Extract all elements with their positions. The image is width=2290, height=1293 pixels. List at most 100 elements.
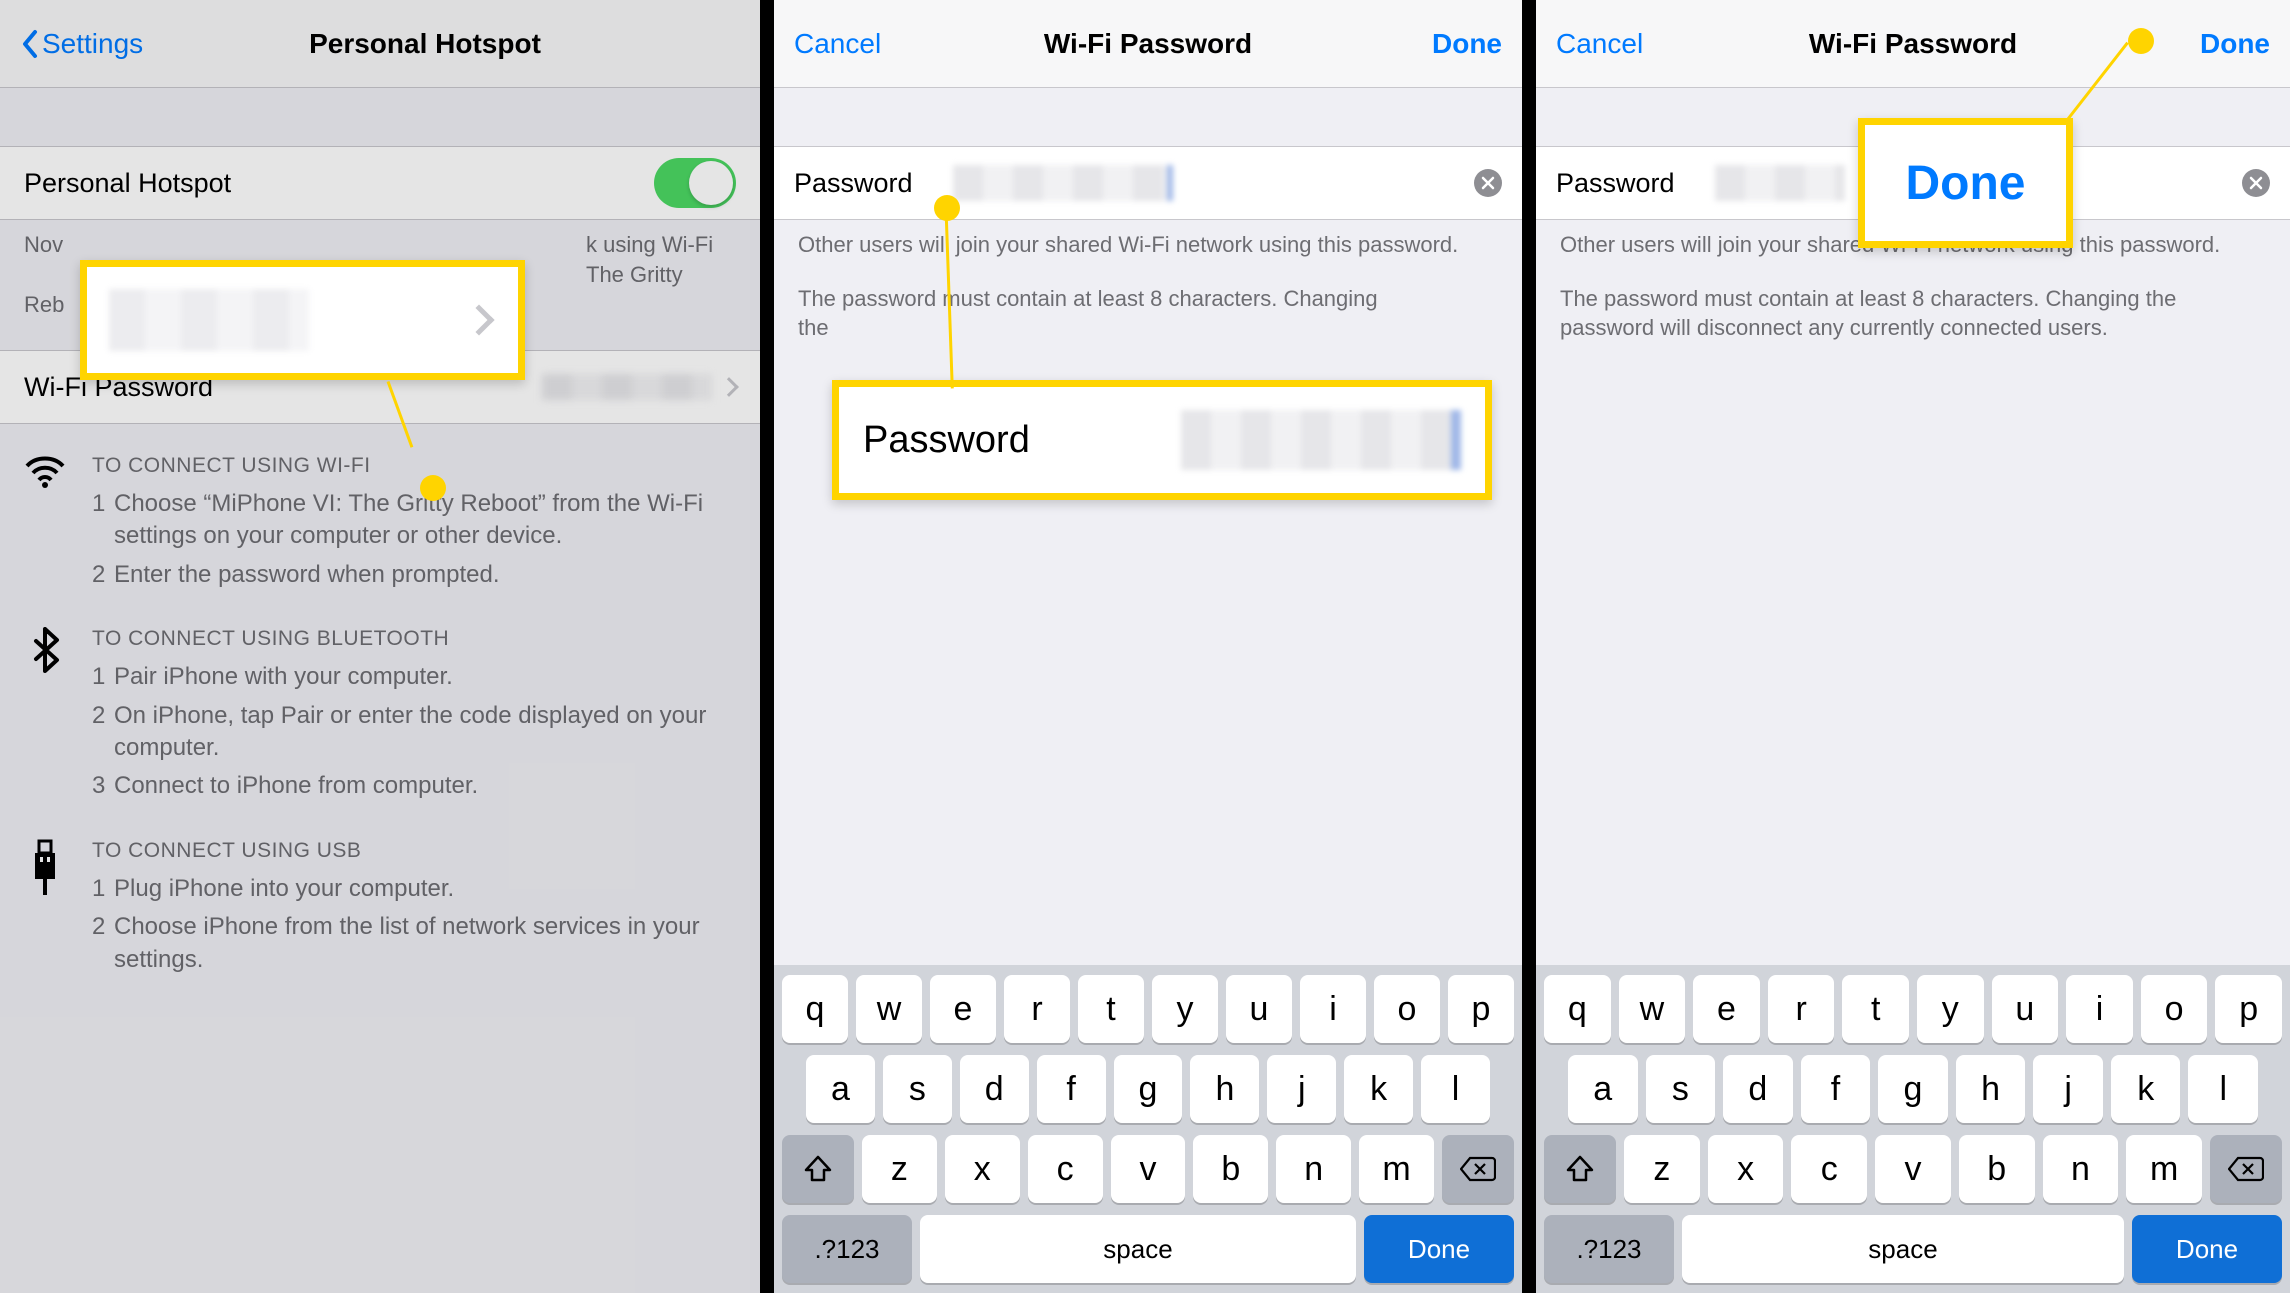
step: 2On iPhone, tap Pair or enter the code d… xyxy=(92,700,736,765)
key-u[interactable]: u xyxy=(1226,975,1292,1043)
key-c[interactable]: c xyxy=(1028,1135,1103,1203)
key-numsym[interactable]: .?123 xyxy=(782,1215,912,1283)
key-p[interactable]: p xyxy=(2215,975,2282,1043)
key-done[interactable]: Done xyxy=(2132,1215,2282,1283)
key-e[interactable]: e xyxy=(930,975,996,1043)
chevron-left-icon xyxy=(20,29,40,59)
key-s[interactable]: s xyxy=(883,1055,952,1123)
step: 1Pair iPhone with your computer. xyxy=(92,661,736,693)
clear-icon xyxy=(1481,176,1495,190)
key-z[interactable]: z xyxy=(1624,1135,1700,1203)
step: 3Connect to iPhone from computer. xyxy=(92,770,736,802)
clear-text-button[interactable] xyxy=(2242,169,2270,197)
callout-dot xyxy=(934,195,960,221)
key-d[interactable]: d xyxy=(960,1055,1029,1123)
key-l[interactable]: l xyxy=(2188,1055,2258,1123)
connect-section-usb: TO CONNECT USING USB1Plug iPhone into yo… xyxy=(0,809,760,982)
hotspot-switch[interactable] xyxy=(654,158,736,208)
key-backspace[interactable] xyxy=(1442,1135,1514,1203)
key-m[interactable]: m xyxy=(2126,1135,2202,1203)
key-space[interactable]: space xyxy=(920,1215,1356,1283)
done-button[interactable]: Done xyxy=(2180,28,2290,60)
key-z[interactable]: z xyxy=(862,1135,937,1203)
key-r[interactable]: r xyxy=(1004,975,1070,1043)
back-button[interactable]: Settings xyxy=(0,28,163,60)
key-h[interactable]: h xyxy=(1956,1055,2026,1123)
key-q[interactable]: q xyxy=(782,975,848,1043)
key-p[interactable]: p xyxy=(1448,975,1514,1043)
cancel-button[interactable]: Cancel xyxy=(774,28,901,60)
callout-wifi-password-zoom xyxy=(80,260,525,380)
chevron-right-icon xyxy=(463,304,494,335)
cancel-button[interactable]: Cancel xyxy=(1536,28,1663,60)
key-a[interactable]: a xyxy=(1568,1055,1638,1123)
key-f[interactable]: f xyxy=(1037,1055,1106,1123)
key-q[interactable]: q xyxy=(1544,975,1611,1043)
key-j[interactable]: j xyxy=(2033,1055,2103,1123)
connect-section-bluetooth: TO CONNECT USING BLUETOOTH 1Pair iPhone w… xyxy=(0,597,760,809)
backspace-icon xyxy=(1460,1156,1496,1182)
clear-text-button[interactable] xyxy=(1474,169,1502,197)
key-r[interactable]: r xyxy=(1768,975,1835,1043)
key-i[interactable]: i xyxy=(1300,975,1366,1043)
key-w[interactable]: w xyxy=(1619,975,1686,1043)
callout-done-zoom: Done xyxy=(1858,118,2073,248)
section-heading: TO CONNECT USING USB xyxy=(92,839,736,863)
password-field-row[interactable]: Password xyxy=(774,146,1522,220)
key-x[interactable]: x xyxy=(945,1135,1020,1203)
key-backspace[interactable] xyxy=(2210,1135,2282,1203)
password-label: Password xyxy=(794,168,913,199)
key-shift[interactable] xyxy=(1544,1135,1616,1203)
key-t[interactable]: t xyxy=(1078,975,1144,1043)
hotspot-toggle-row[interactable]: Personal Hotspot xyxy=(0,146,760,220)
key-h[interactable]: h xyxy=(1190,1055,1259,1123)
key-a[interactable]: a xyxy=(806,1055,875,1123)
key-x[interactable]: x xyxy=(1708,1135,1784,1203)
key-j[interactable]: j xyxy=(1267,1055,1336,1123)
key-c[interactable]: c xyxy=(1791,1135,1867,1203)
key-f[interactable]: f xyxy=(1801,1055,1871,1123)
key-k[interactable]: k xyxy=(2111,1055,2181,1123)
key-l[interactable]: l xyxy=(1421,1055,1490,1123)
key-i[interactable]: i xyxy=(2066,975,2133,1043)
key-e[interactable]: e xyxy=(1693,975,1760,1043)
key-numsym[interactable]: .?123 xyxy=(1544,1215,1674,1283)
nav-bar: Cancel Wi-Fi Password Done xyxy=(774,0,1522,88)
key-v[interactable]: v xyxy=(1875,1135,1951,1203)
step: 1Choose “MiPhone VI: The Gritty Reboot” … xyxy=(92,488,736,553)
key-y[interactable]: y xyxy=(1917,975,1984,1043)
key-k[interactable]: k xyxy=(1344,1055,1413,1123)
key-g[interactable]: g xyxy=(1878,1055,1948,1123)
key-done[interactable]: Done xyxy=(1364,1215,1514,1283)
password-label: Password xyxy=(1556,168,1675,199)
key-w[interactable]: w xyxy=(856,975,922,1043)
key-space[interactable]: space xyxy=(1682,1215,2124,1283)
password-input[interactable] xyxy=(953,165,1460,201)
key-n[interactable]: n xyxy=(2043,1135,2119,1203)
key-s[interactable]: s xyxy=(1646,1055,1716,1123)
bluetooth-icon xyxy=(24,627,66,809)
key-g[interactable]: g xyxy=(1114,1055,1183,1123)
key-v[interactable]: v xyxy=(1111,1135,1186,1203)
key-y[interactable]: y xyxy=(1152,975,1218,1043)
section-heading: TO CONNECT USING WI-FI xyxy=(92,454,736,478)
key-d[interactable]: d xyxy=(1723,1055,1793,1123)
section-heading: TO CONNECT USING BLUETOOTH xyxy=(92,627,736,651)
key-m[interactable]: m xyxy=(1359,1135,1434,1203)
nav-bar: Cancel Wi-Fi Password Done xyxy=(1536,0,2290,88)
key-b[interactable]: b xyxy=(1193,1135,1268,1203)
callout-dot xyxy=(420,475,446,501)
callout-done-label: Done xyxy=(1906,156,2026,211)
key-n[interactable]: n xyxy=(1276,1135,1351,1203)
connect-section-wifi: TO CONNECT USING WI-FI 1Choose “MiPhone V… xyxy=(0,424,760,597)
key-u[interactable]: u xyxy=(1992,975,2059,1043)
key-shift[interactable] xyxy=(782,1135,854,1203)
key-t[interactable]: t xyxy=(1842,975,1909,1043)
key-b[interactable]: b xyxy=(1959,1135,2035,1203)
callout-password-label: Password xyxy=(863,419,1030,462)
screen-personal-hotspot: Settings Personal Hotspot Personal Hotsp… xyxy=(0,0,760,1293)
key-o[interactable]: o xyxy=(1374,975,1440,1043)
key-o[interactable]: o xyxy=(2141,975,2208,1043)
done-button[interactable]: Done xyxy=(1412,28,1522,60)
shift-icon xyxy=(1565,1154,1595,1184)
